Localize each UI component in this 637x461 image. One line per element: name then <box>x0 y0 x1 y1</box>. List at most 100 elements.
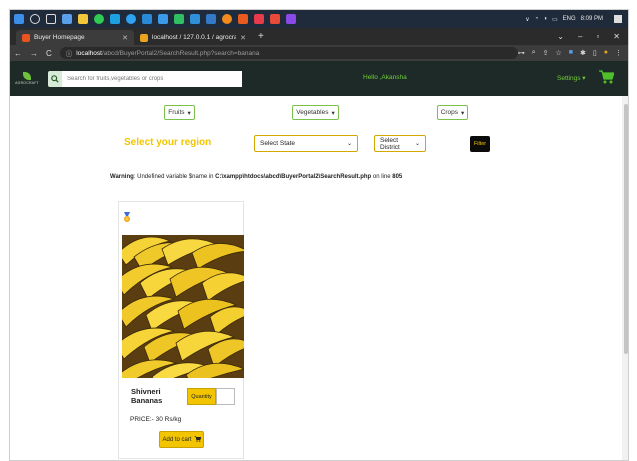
share-icon[interactable]: ⇪ <box>543 49 549 57</box>
chevron-down-icon[interactable]: ⌄ <box>557 32 564 41</box>
app-icon[interactable] <box>270 14 280 24</box>
shopping-cart-icon <box>599 70 615 84</box>
dropdown-label: Crops <box>440 109 459 116</box>
tab-label: Buyer Homepage <box>34 34 85 41</box>
vegetables-dropdown[interactable]: Vegetables ▾ <box>292 105 339 120</box>
caret-down-icon: ▾ <box>461 109 465 117</box>
leaf-logo-icon <box>23 72 31 80</box>
chevron-down-icon: ⌄ <box>414 141 420 147</box>
warning-line-text: on line <box>371 174 393 180</box>
search-icon[interactable] <box>30 14 40 24</box>
caret-down-icon: ▾ <box>187 109 191 117</box>
url-field[interactable]: ⓘ localhost/abcd/BuyerPortal2/SearchResu… <box>59 47 518 59</box>
volume-icon[interactable]: ◑ <box>543 16 547 22</box>
tab-phpmyadmin[interactable]: localhost / 127.0.0.1 / agrocraft / ... … <box>134 30 252 45</box>
medal-icon <box>123 212 131 225</box>
add-to-cart-button[interactable]: Add to cart <box>159 431 204 448</box>
info-icon[interactable]: ⓘ <box>66 48 73 58</box>
add-to-cart-label: Add to cart <box>162 436 192 443</box>
key-icon[interactable]: ⊶ <box>518 49 525 57</box>
app-icon[interactable] <box>190 14 200 24</box>
page-scrollbar[interactable] <box>622 96 628 460</box>
close-icon[interactable]: ✕ <box>240 34 246 42</box>
crops-dropdown[interactable]: Crops ▾ <box>437 105 468 120</box>
php-warning: Warning: Undefined variable $name in C:\… <box>110 174 402 180</box>
browser-address-bar: ← → C ⓘ localhost/abcd/BuyerPortal2/Sear… <box>10 45 628 61</box>
back-arrow-icon[interactable]: ← <box>10 49 26 58</box>
app-icon[interactable] <box>206 14 216 24</box>
sidebar-icon[interactable]: ▯ <box>593 49 597 57</box>
app-icon[interactable] <box>286 14 296 24</box>
notification-icon[interactable] <box>614 15 622 23</box>
browser-tab-strip: Buyer Homepage ✕ localhost / 127.0.0.1 /… <box>10 28 628 45</box>
battery-icon[interactable]: ▭ <box>552 16 558 23</box>
file-explorer-icon[interactable] <box>78 14 88 24</box>
settings-dropdown[interactable]: Settings ▾ <box>557 74 586 82</box>
wifi-icon[interactable]: ◔ <box>535 16 539 22</box>
cart-icon <box>194 435 201 444</box>
caret-down-icon: ▾ <box>331 109 335 117</box>
site-header: AGROCRAFT Hello ,Akansha Settings ▾ <box>10 61 628 96</box>
search-input[interactable] <box>62 70 242 87</box>
dropdown-label: Fruits <box>168 109 185 116</box>
language-indicator[interactable]: ENG <box>563 16 576 22</box>
mail-icon[interactable] <box>142 14 152 24</box>
app-icon[interactable] <box>254 14 264 24</box>
windows-taskbar: ∨ ◔ ◑ ▭ ENG 8:09 PM <box>10 10 628 28</box>
warning-line: 805 <box>392 174 403 180</box>
task-view-icon[interactable] <box>46 14 56 24</box>
app-icon[interactable] <box>238 14 248 24</box>
state-select[interactable]: Select State ⌄ <box>254 135 358 152</box>
puzzle-icon[interactable]: ✱ <box>580 49 586 57</box>
menu-icon[interactable]: ⋮ <box>615 49 622 57</box>
search-icon <box>51 74 59 83</box>
warning-label: Warning <box>110 174 134 180</box>
filter-button[interactable]: Filter <box>470 136 490 152</box>
logo-text: AGROCRAFT <box>15 81 39 85</box>
windows-start-icon[interactable] <box>14 14 24 24</box>
search-button[interactable] <box>48 70 62 87</box>
avatar[interactable]: ● <box>604 49 608 57</box>
dropdown-label: Vegetables <box>296 109 329 116</box>
district-select[interactable]: Select District ⌄ <box>374 135 426 152</box>
chrome-icon[interactable] <box>126 14 136 24</box>
app-icon[interactable] <box>110 14 120 24</box>
warning-file: C:\xampp\htdocs\abcd\BuyerPortal2\Search… <box>215 174 372 180</box>
clock[interactable]: 8:09 PM <box>581 16 603 22</box>
zoom-icon[interactable]: ⌕ <box>532 49 536 57</box>
greeting-text: Hello ,Akansha <box>363 74 407 81</box>
product-price: PRICE:- 30 Rs/kg <box>130 416 182 423</box>
close-window-icon[interactable]: ✕ <box>613 32 620 41</box>
chevron-up-icon[interactable]: ∨ <box>525 16 529 23</box>
minimize-icon[interactable]: – <box>578 32 582 41</box>
close-icon[interactable]: ✕ <box>122 34 128 42</box>
site-logo[interactable]: AGROCRAFT <box>12 72 42 85</box>
fruits-dropdown[interactable]: Fruits ▾ <box>164 105 195 120</box>
vscode-icon[interactable] <box>158 14 168 24</box>
maximize-icon[interactable]: ▫ <box>596 32 599 41</box>
screenshot-frame: ∨ ◔ ◑ ▭ ENG 8:09 PM Buyer Homepage ✕ loc… <box>9 9 629 461</box>
extension-icon[interactable]: ■ <box>569 49 573 57</box>
scrollbar-thumb[interactable] <box>624 104 628 354</box>
select-value: Select District <box>380 136 400 151</box>
whatsapp-icon[interactable] <box>94 14 104 24</box>
firefox-icon[interactable] <box>222 14 232 24</box>
tab-label: localhost / 127.0.0.1 / agrocraft / ... <box>152 34 236 41</box>
warning-message: : Undefined variable $name in <box>133 174 216 180</box>
tab-buyer-homepage[interactable]: Buyer Homepage ✕ <box>16 30 134 45</box>
phpmyadmin-favicon-icon <box>140 33 148 42</box>
reload-icon[interactable]: C <box>42 49 56 58</box>
page-content: Fruits ▾ Vegetables ▾ Crops ▾ Select your r… <box>10 96 622 460</box>
star-icon[interactable]: ☆ <box>556 49 562 57</box>
product-card: Shivneri Bananas Quantity PRICE:- 30 Rs/… <box>118 201 244 459</box>
search-bar <box>48 70 242 87</box>
widgets-icon[interactable] <box>62 14 72 24</box>
quantity-input[interactable] <box>216 388 235 405</box>
settings-label: Settings <box>557 75 581 82</box>
url-host: localhost <box>76 49 102 57</box>
select-value: Select State <box>260 140 296 147</box>
cart-icon[interactable] <box>598 70 615 86</box>
new-tab-icon[interactable]: + <box>252 31 270 42</box>
photos-icon[interactable] <box>174 14 184 24</box>
forward-arrow-icon[interactable]: → <box>26 49 42 58</box>
